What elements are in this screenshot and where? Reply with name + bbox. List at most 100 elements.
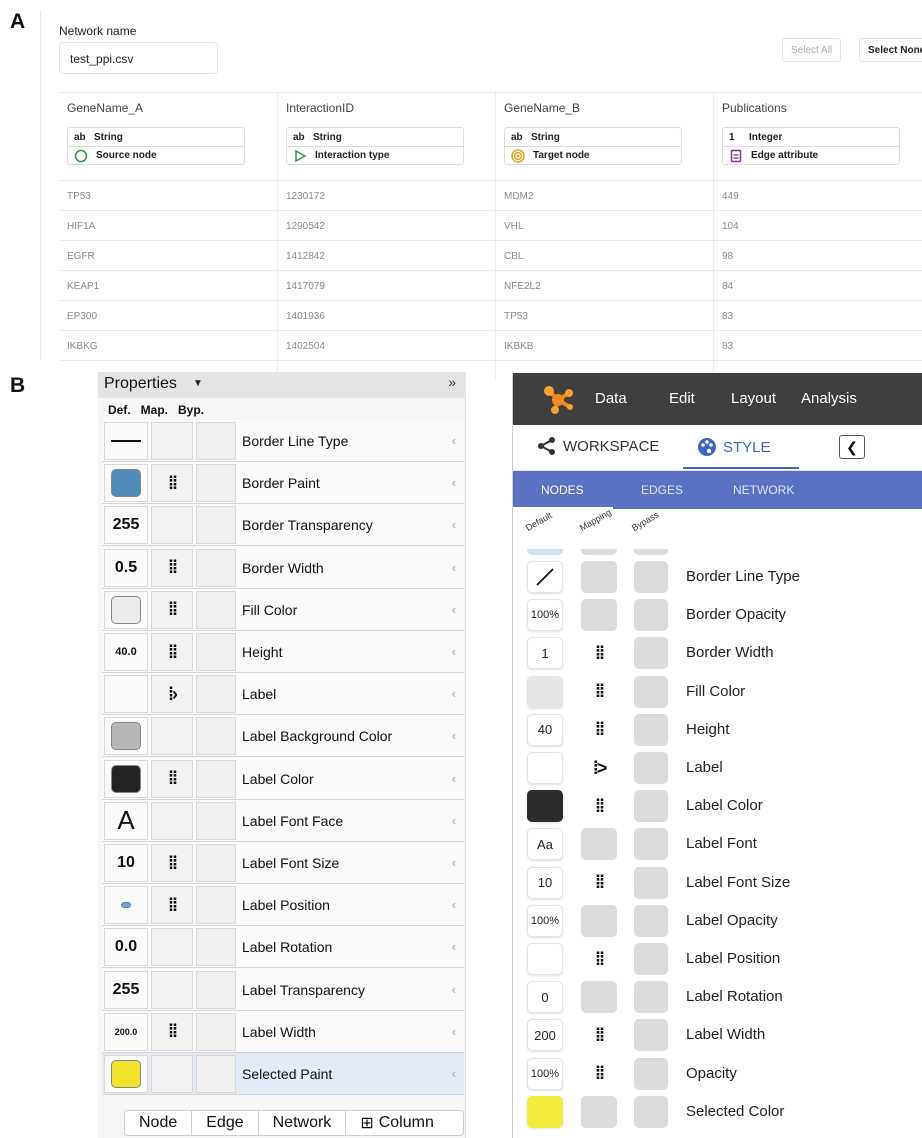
default-value-cell[interactable]: 0.5 [104,548,148,587]
default-value-cell[interactable]: 0.0 [104,928,148,967]
mapping-cell[interactable]: ⁞⁞ [581,943,617,975]
bypass-cell[interactable] [196,548,236,587]
property-row[interactable]: Label Background Color ‹ [102,715,464,758]
property-row[interactable]: ⁞⁞ Border Paint ‹ [102,462,464,505]
bypass-cell[interactable] [196,801,236,840]
mapping-cell[interactable] [151,506,193,545]
style-property-row[interactable]: 40 ⁞⁞ Height [513,712,922,750]
default-value-cell[interactable] [104,675,148,714]
collapse-chevron-icon[interactable]: » [448,374,456,390]
chevron-left-icon[interactable]: ‹ [452,728,456,743]
bypass-cell[interactable] [634,637,668,670]
mapping-cell[interactable] [581,599,617,632]
mapping-cell[interactable]: ⁞⁞ [151,633,193,671]
default-value-cell[interactable]: 0 [527,981,563,1014]
style-property-row[interactable]: 0 Label Rotation [513,979,922,1017]
style-property-row[interactable]: ⁞⁞ Label Position [513,941,922,979]
chevron-left-icon[interactable]: ‹ [452,475,456,490]
subtab-network[interactable]: NETWORK [733,483,794,497]
mapping-cell[interactable] [581,1095,617,1128]
column-type-selector[interactable]: 1 Integer Edge attribute [722,127,900,165]
bypass-cell[interactable] [196,1012,236,1051]
bypass-cell[interactable] [196,970,236,1009]
menu-analysis[interactable]: Analysis [801,390,857,407]
mapping-cell[interactable]: ⁞⁞ [581,637,617,670]
bypass-cell[interactable] [634,561,668,593]
bypass-cell[interactable] [634,943,668,975]
mapping-cell[interactable] [151,422,193,460]
default-value-cell[interactable] [527,943,563,975]
property-row[interactable]: 40.0 ⁞⁞ Height ‹ [102,631,464,673]
mapping-cell[interactable]: ⁞⁞ [151,886,193,925]
tab-node[interactable]: Node [125,1111,193,1135]
bypass-cell[interactable] [196,506,236,545]
mapping-cell[interactable]: ⁞⁞ [151,590,193,629]
mapping-cell[interactable]: ⁞⁞ [151,548,193,587]
default-value-cell[interactable]: Aa [527,828,563,861]
default-value-cell[interactable]: A [104,801,148,840]
chevron-left-icon[interactable]: ‹ [452,517,456,532]
mapping-cell[interactable] [581,561,617,593]
default-value-cell[interactable] [104,464,148,503]
default-value-cell[interactable]: 10 [527,866,563,899]
column-type-selector[interactable]: ab String Source node [67,127,245,165]
style-property-row[interactable]: ⁞⁞ Label Color [513,788,922,826]
bypass-cell[interactable] [196,928,236,967]
network-name-input[interactable]: test_ppi.csv [59,42,218,74]
default-value-cell[interactable] [104,422,148,460]
column-role-row[interactable]: Edge attribute [723,146,899,164]
property-row[interactable]: 200.0 ⁞⁞ Label Width ‹ [102,1010,464,1053]
mapping-cell[interactable] [151,928,193,967]
default-value-cell[interactable] [104,886,148,925]
default-value-cell[interactable] [104,759,148,798]
bypass-cell[interactable] [634,981,668,1014]
property-row[interactable]: 10 ⁞⁞ Label Font Size ‹ [102,842,464,884]
mapping-cell[interactable]: ⁞⁞ [151,464,193,503]
mapping-cell[interactable]: ⁞⁞ [581,866,617,899]
mapping-cell[interactable]: ⁞⁞ [581,675,617,708]
bypass-cell[interactable] [634,713,668,746]
data-type-row[interactable]: ab String [505,128,681,146]
mapping-cell[interactable]: ⁞> [581,752,617,784]
tab-column[interactable]: ⊞ Column [346,1111,448,1135]
column-role-row[interactable]: Source node [68,146,244,164]
mapping-cell[interactable] [581,981,617,1014]
property-row[interactable]: ⁞› Label ‹ [102,673,464,716]
mapping-cell[interactable] [151,970,193,1009]
style-property-row[interactable]: Aa Label Font [513,826,922,864]
column-type-selector[interactable]: ab String Interaction type [286,127,464,165]
column-header[interactable]: InteractionID ab String Interaction type [277,93,495,180]
default-value-cell[interactable]: 40 [527,713,563,746]
style-property-row[interactable]: ⁞> Label [513,750,922,788]
chevron-left-icon[interactable]: ‹ [452,897,456,912]
chevron-left-icon[interactable]: ‹ [452,433,456,448]
default-value-cell[interactable]: 40.0 [104,633,148,671]
chevron-left-icon[interactable]: ‹ [452,686,456,701]
chevron-left-icon[interactable]: ‹ [452,1066,456,1081]
bypass-cell[interactable] [634,828,668,861]
style-property-row[interactable]: Selected Color [513,1094,922,1132]
style-property-row[interactable]: 1 ⁞⁞ Border Width [513,635,922,673]
bypass-cell[interactable] [196,464,236,503]
mapping-cell[interactable] [151,801,193,840]
mapping-cell[interactable]: ⁞› [151,675,193,714]
menu-edit[interactable]: Edit [669,390,695,407]
default-value-cell[interactable]: 200.0 [104,1012,148,1051]
chevron-left-icon[interactable]: ‹ [452,1024,456,1039]
chevron-left-icon[interactable]: ‹ [452,939,456,954]
property-row[interactable]: 255 Border Transparency ‹ [102,504,464,547]
bypass-cell[interactable] [196,886,236,925]
style-property-row[interactable]: 100% Border Opacity [513,597,922,635]
properties-dropdown-icon[interactable]: ▼ [193,378,203,389]
select-all-button[interactable]: Select All [782,38,842,62]
bypass-cell[interactable] [196,590,236,629]
style-property-row[interactable]: 100% ⁞⁞ Opacity [513,1056,922,1094]
style-property-row[interactable]: ⁞⁞ Fill Color [513,674,922,712]
mapping-cell[interactable] [581,828,617,861]
default-value-cell[interactable]: 100% [527,1057,563,1090]
property-row[interactable]: ⁞⁞ Label Color ‹ [102,757,464,800]
property-row[interactable]: Border Line Type ‹ [102,420,464,462]
chevron-left-icon[interactable]: ‹ [452,771,456,786]
property-row[interactable]: A Label Font Face ‹ [102,799,464,842]
bypass-cell[interactable] [634,752,668,784]
